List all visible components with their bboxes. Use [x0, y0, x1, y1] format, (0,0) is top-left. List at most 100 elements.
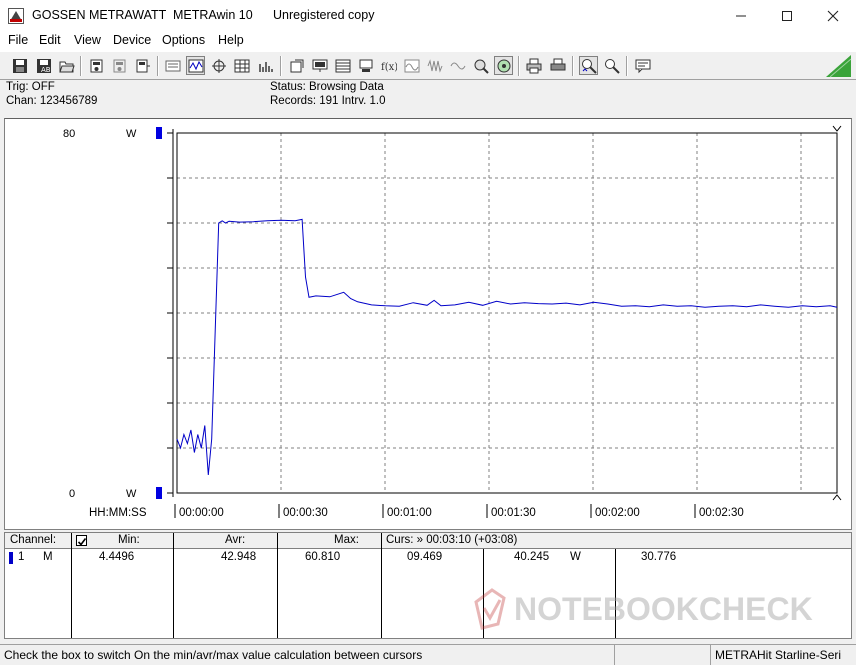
freq-button[interactable]: [425, 56, 444, 75]
channel-number: 1: [18, 551, 25, 563]
save-all-button[interactable]: AB: [34, 56, 53, 75]
app-icon: [8, 8, 24, 24]
status-bar: Check the box to switch On the min/avr/m…: [0, 644, 856, 665]
title-bar: GOSSEN METRAWATT METRAwin 10 Unregistere…: [0, 0, 856, 31]
export-button[interactable]: [287, 56, 306, 75]
sine-icon: [450, 62, 465, 69]
log-button[interactable]: [333, 56, 352, 75]
computer-button[interactable]: [356, 56, 375, 75]
zoom-area-button[interactable]: [471, 56, 490, 75]
save-file-button[interactable]: [10, 56, 29, 75]
menu-options[interactable]: Options: [162, 33, 205, 47]
device-arrow-icon: [136, 59, 150, 72]
avr-header: Avr:: [225, 534, 246, 546]
cursor-marker-bottom: [832, 494, 842, 501]
device-send-button[interactable]: [110, 56, 129, 75]
checkmark-icon: [77, 538, 87, 546]
plot-panel[interactable]: 80 W 0 W HH:MM:SS 00:00:00 00:00:30 00:01:00 00:…: [4, 118, 852, 530]
formula-button[interactable]: f(x): [379, 56, 398, 75]
floppy-icon: [12, 58, 27, 73]
zoom-out-button[interactable]: [602, 56, 621, 75]
y-max-unit: W: [126, 128, 137, 140]
comment-icon: [635, 59, 650, 73]
print-preview-button[interactable]: [548, 56, 567, 75]
menu-file[interactable]: File: [8, 33, 28, 47]
computer-icon: [359, 59, 372, 72]
folder-open-icon: [58, 61, 75, 72]
menu-edit[interactable]: Edit: [39, 33, 61, 47]
minmax-checkbox[interactable]: [76, 535, 87, 546]
view-graph-button[interactable]: [186, 56, 205, 75]
x-tick-label: 00:01:30: [491, 507, 536, 519]
menu-bar: File Edit View Device Options Help: [0, 31, 856, 51]
license-title: Unregistered copy: [273, 8, 375, 22]
menu-view[interactable]: View: [74, 33, 101, 47]
y-min-label: 0: [69, 488, 75, 500]
table-icon: [234, 59, 249, 72]
export-icon: [290, 59, 303, 72]
zoom-in-button[interactable]: [579, 56, 598, 75]
acquisition-info: Trig: OFF Chan: 123456789 Status: Browsi…: [0, 80, 856, 112]
list-view-icon: [165, 60, 180, 71]
power-chart[interactable]: 80 W 0 W HH:MM:SS 00:00:00 00:00:30 00:01:00 00:…: [5, 119, 851, 529]
device-gray-icon: [113, 59, 125, 72]
histogram-button[interactable]: [256, 56, 275, 75]
scope-icon: [404, 59, 419, 72]
close-button[interactable]: [810, 0, 856, 31]
min-header: Min:: [118, 534, 140, 546]
cursor-value-1: 09.469: [407, 551, 443, 563]
menu-help[interactable]: Help: [218, 33, 244, 47]
maximize-button[interactable]: [764, 0, 810, 31]
histogram-icon: [258, 61, 273, 72]
x-axis-label: HH:MM:SS: [89, 507, 147, 519]
cursor-unit: W: [570, 551, 581, 563]
app-title: METRAwin 10: [173, 8, 253, 22]
max-header: Max:: [334, 534, 359, 546]
zoom-in-icon: [581, 58, 597, 74]
auto-scale-button[interactable]: [494, 56, 513, 75]
crosshair-icon: [211, 58, 226, 73]
minimize-button[interactable]: [718, 0, 764, 31]
x-tick-label: 00:02:30: [699, 507, 744, 519]
device-config-button[interactable]: [133, 56, 152, 75]
crosshair-button[interactable]: [209, 56, 228, 75]
max-value: 60.810: [305, 551, 341, 563]
screen-button[interactable]: [310, 56, 329, 75]
graph-wave-icon: [188, 59, 203, 72]
cursor-value-3: 30.776: [641, 551, 677, 563]
minimize-icon: [736, 15, 746, 16]
maximize-icon: [782, 10, 792, 21]
close-icon: [827, 10, 839, 21]
comment-button[interactable]: [633, 56, 652, 75]
device-model: METRAHit Starline-Seri: [710, 645, 856, 665]
cursor-marker-top: [832, 125, 842, 132]
formula-icon: f(x): [381, 62, 397, 73]
device-read-button[interactable]: [87, 56, 106, 75]
vendor-title: GOSSEN METRAWATT: [32, 8, 167, 22]
scope-button[interactable]: [402, 56, 421, 75]
table-view-button[interactable]: [232, 56, 251, 75]
printer-preview-icon: [550, 58, 565, 70]
channel-color-swatch: [9, 552, 13, 564]
cursor-header: Curs: » 00:03:10 (+03:08): [386, 534, 518, 546]
y-min-channel-marker: [156, 487, 162, 499]
signal-button[interactable]: [448, 56, 467, 75]
open-folder-button[interactable]: [57, 56, 76, 75]
power-series-line: [176, 218, 838, 476]
cursor-value-2: 40.245: [514, 551, 550, 563]
printer-icon: [526, 58, 541, 73]
print-button[interactable]: [524, 56, 543, 75]
channel-mode: M: [43, 551, 53, 563]
monitor-icon: [312, 59, 327, 72]
brand-triangle-icon: [826, 55, 852, 78]
x-tick-label: 00:02:00: [595, 507, 640, 519]
min-value: 4.4496: [99, 551, 135, 563]
x-tick-label: 00:00:00: [179, 507, 224, 519]
x-tick-label: 00:00:30: [283, 507, 328, 519]
view-list-button[interactable]: [163, 56, 182, 75]
zoom-out-icon: [604, 58, 620, 74]
menu-device[interactable]: Device: [113, 33, 151, 47]
y-min-unit: W: [126, 488, 137, 500]
statistics-table: Channel: Min: Avr: Max: Curs: » 00:03:10…: [4, 532, 852, 639]
channel-header: Channel:: [10, 534, 57, 546]
